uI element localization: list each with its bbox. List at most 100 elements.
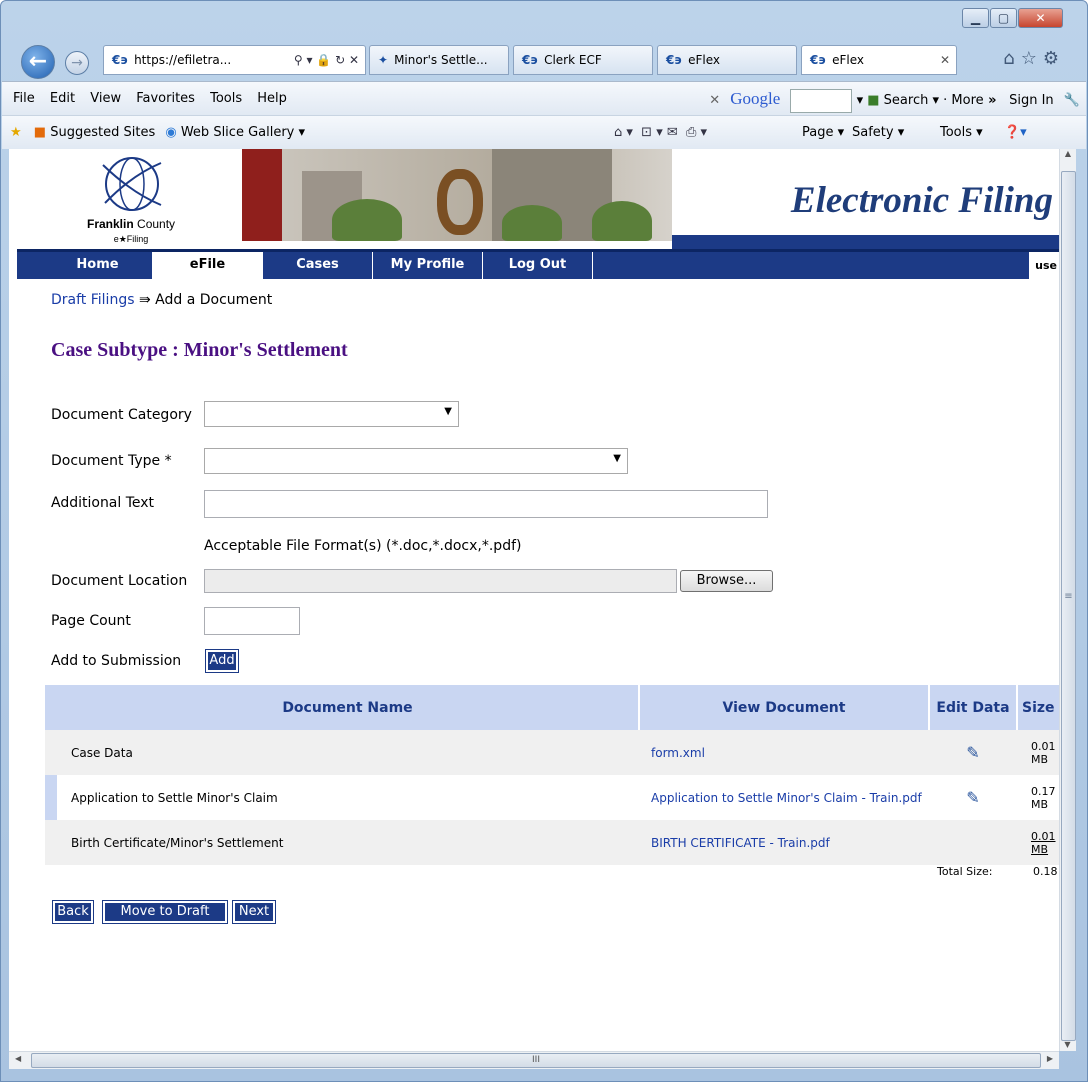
browse-button[interactable]: Browse... — [680, 570, 773, 592]
web-slice-gallery-link[interactable]: Web Slice Gallery — [181, 125, 295, 140]
dropdown-icon[interactable]: ▾ · — [928, 93, 947, 108]
close-window-button[interactable]: ✕ — [1018, 8, 1063, 28]
tree-shape — [502, 205, 562, 241]
scroll-right-icon[interactable]: ▶ — [1047, 1054, 1053, 1063]
banner-photo — [242, 149, 672, 241]
close-tab-icon[interactable]: ✕ — [940, 46, 950, 74]
add-button[interactable]: Add — [205, 649, 239, 673]
view-document-link[interactable]: Application to Settle Minor's Claim - Tr… — [651, 791, 922, 805]
next-button[interactable]: Next — [232, 900, 276, 924]
breadcrumb-draft-filings[interactable]: Draft Filings — [51, 292, 135, 308]
safety-menu[interactable]: Safety ▾ — [852, 116, 904, 150]
edit-data-icon[interactable]: ✎ — [966, 788, 979, 807]
horizontal-scroll-thumb[interactable]: III — [31, 1053, 1041, 1068]
document-size: 0.17 MB — [1031, 784, 1056, 811]
menu-help[interactable]: Help — [257, 82, 287, 116]
breadcrumb-current: Add a Document — [155, 292, 273, 308]
back-button[interactable]: ← — [21, 45, 55, 79]
google-search-icon: ■ — [867, 93, 880, 108]
edit-data-icon[interactable]: ✎ — [966, 743, 979, 762]
table-row: Birth Certificate/Minor's Settlement BIR… — [45, 820, 1059, 865]
menu-bar: File Edit View Favorites Tools Help ✕ Go… — [2, 81, 1086, 115]
breadcrumb: Draft Filings ⇛ Add a Document — [51, 292, 272, 308]
header-size: Size — [1017, 685, 1059, 730]
move-to-draft-button[interactable]: Move to Draft — [102, 900, 228, 924]
tab-label: Minor's Settle... — [394, 53, 488, 67]
county-name: Franklin County e★Filing — [87, 217, 175, 245]
chevron-down-icon: ▼ — [444, 406, 452, 417]
add-to-submission-label: Add to Submission — [51, 653, 182, 669]
county-tagline: e★Filing — [113, 234, 149, 244]
scroll-left-icon[interactable]: ◀ — [15, 1054, 21, 1063]
tab-clerk-ecf[interactable]: €϶ Clerk ECF — [513, 45, 653, 75]
franklin-county-logo: Franklin County e★Filing — [17, 149, 242, 247]
dropdown-icon[interactable]: ▾ — [294, 125, 306, 140]
maximize-button[interactable]: ▢ — [990, 8, 1017, 28]
vertical-scroll-thumb[interactable]: ≡ — [1061, 171, 1076, 1041]
menu-edit[interactable]: Edit — [50, 82, 75, 116]
minimize-button[interactable]: ▁ — [962, 8, 989, 28]
acceptable-formats-note: Acceptable File Format(s) (*.doc,*.docx,… — [204, 538, 522, 554]
document-name: Application to Settle Minor's Claim — [71, 790, 278, 805]
nav-my-profile[interactable]: My Profile — [373, 252, 483, 279]
tab-favicon-icon: €϶ — [810, 53, 827, 67]
more-chevron-icon: » — [983, 93, 1002, 108]
tab-eflex-active[interactable]: €϶ eFlex ✕ — [801, 45, 957, 75]
document-category-select[interactable]: ▼ — [204, 401, 459, 427]
google-search-button[interactable]: Search — [884, 93, 929, 108]
nav-log-out[interactable]: Log Out — [483, 252, 593, 279]
dropdown-icon[interactable]: ▾ — [857, 93, 864, 108]
address-bar[interactable]: €϶ https://efiletra... ⚲ ▾ 🔒 ↻ ✕ — [103, 45, 366, 75]
page-menu-label: Page — [802, 125, 834, 140]
sign-in-link[interactable]: Sign In — [1009, 93, 1054, 108]
document-size[interactable]: 0.01 MB — [1017, 820, 1059, 865]
header-document-name: Document Name — [57, 685, 640, 730]
nav-home[interactable]: Home — [43, 252, 153, 279]
county-name-bold: Franklin — [87, 217, 134, 231]
documents-table: Document Name View Document Edit Data Si… — [45, 685, 1059, 865]
menu-favorites[interactable]: Favorites — [136, 82, 195, 116]
tools-menu[interactable]: Tools ▾ — [940, 116, 983, 150]
browser-window: ▁ ▢ ✕ ← → €϶ https://efiletra... ⚲ ▾ 🔒 ↻ … — [0, 0, 1088, 1082]
page-menu[interactable]: Page ▾ — [802, 116, 844, 150]
tab-eflex[interactable]: €϶ eFlex — [657, 45, 797, 75]
view-document-link[interactable]: form.xml — [651, 746, 705, 760]
additional-text-input[interactable] — [204, 490, 768, 518]
command-icons[interactable]: ⌂ ▾ ⊡ ▾ ✉ ⎙ ▾ — [614, 116, 707, 150]
scroll-up-icon[interactable]: ▲ — [1060, 149, 1076, 158]
close-toolbar-icon[interactable]: ✕ — [709, 93, 720, 108]
home-favorites-settings-icons[interactable]: ⌂☆⚙ — [1003, 48, 1065, 69]
nav-efile[interactable]: eFile — [153, 252, 263, 279]
help-icon[interactable]: ❓▾ — [1004, 116, 1027, 150]
address-actions-icon[interactable]: ⚲ ▾ 🔒 ↻ ✕ — [294, 46, 359, 74]
google-logo: Google — [730, 89, 781, 108]
page-count-input[interactable] — [204, 607, 300, 635]
wrench-icon[interactable]: 🔧 — [1064, 93, 1080, 108]
favorites-star-icon[interactable]: ★ — [10, 125, 22, 140]
document-location-input[interactable] — [204, 569, 677, 593]
more-button[interactable]: More — [951, 93, 983, 108]
banner-stripe — [672, 235, 1059, 249]
nav-cases[interactable]: Cases — [263, 252, 373, 279]
google-search-input[interactable] — [790, 88, 853, 113]
vertical-scrollbar[interactable]: ▲ ≡ ▼ — [1059, 149, 1076, 1051]
back-page-button[interactable]: Back — [52, 900, 94, 924]
scroll-down-icon[interactable]: ▼ — [1060, 1040, 1075, 1049]
tab-favicon-icon: ✦ — [378, 53, 389, 67]
tab-favicon-icon: €϶ — [666, 53, 683, 67]
tab-label: eFlex — [832, 53, 864, 67]
view-document-link[interactable]: BIRTH CERTIFICATE - Train.pdf — [651, 836, 830, 850]
document-category-label: Document Category — [51, 407, 192, 423]
horizontal-scrollbar[interactable]: ◀ III ▶ — [9, 1051, 1059, 1069]
document-type-select[interactable]: ▼ — [204, 448, 628, 474]
tree-shape — [332, 199, 402, 241]
total-size-value: 0.18 M — [1033, 865, 1059, 878]
forward-button[interactable]: → — [65, 51, 89, 75]
table-row: Case Data form.xml ✎ 0.01 MB — [45, 730, 1059, 775]
menu-file[interactable]: File — [13, 82, 35, 116]
suggested-sites-link[interactable]: Suggested Sites — [50, 125, 155, 140]
menu-view[interactable]: View — [90, 82, 121, 116]
row-strip — [45, 820, 57, 865]
menu-tools[interactable]: Tools — [210, 82, 242, 116]
tab-minors-settlement[interactable]: ✦ Minor's Settle... — [369, 45, 509, 75]
